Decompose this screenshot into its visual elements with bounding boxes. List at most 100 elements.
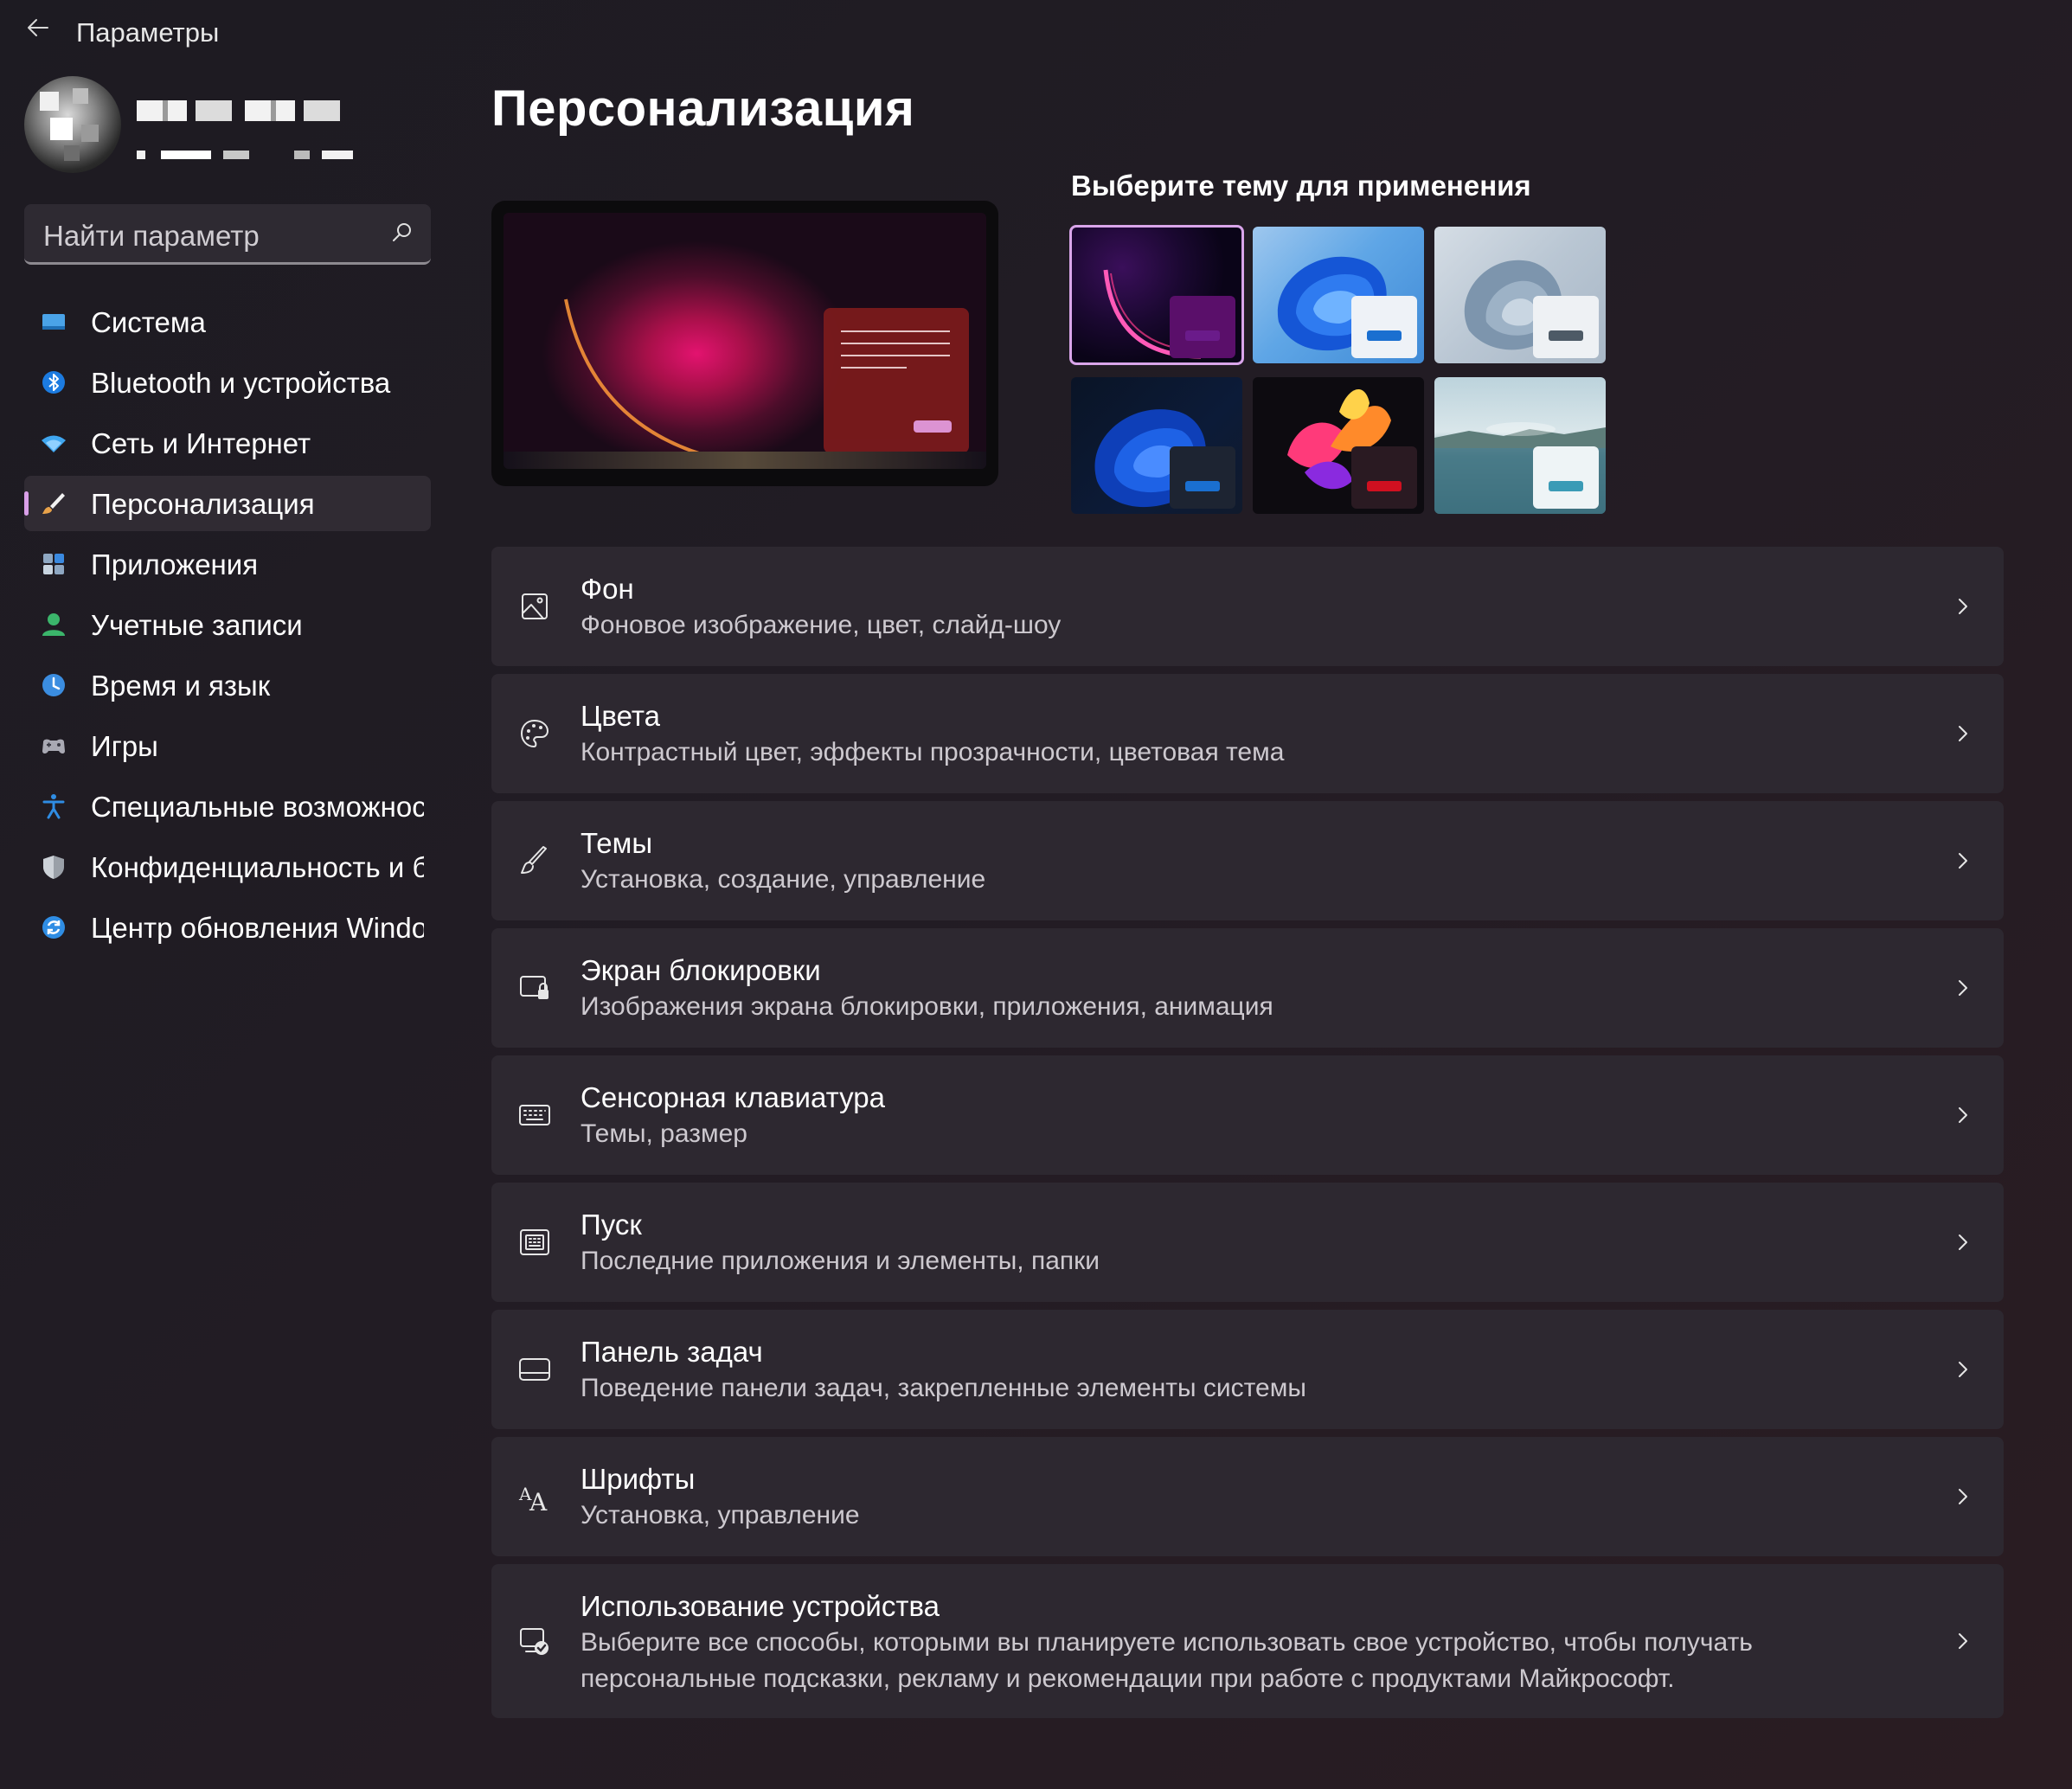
sidebar-item-10[interactable]: Центр обновления Windows [24,900,431,955]
arrow-left-icon [28,19,48,36]
page-title: Персонализация [491,80,915,137]
update-icon [40,914,67,941]
bluetooth-icon [40,369,67,396]
taskbar-icon [517,1352,552,1387]
setting-row-1[interactable]: Цвета Контрастный цвет, эффекты прозрачно… [491,674,2004,793]
svg-text:A: A [529,1488,548,1514]
setting-title: Сенсорная клавиатура [581,1081,885,1113]
setting-text: Темы Установка, создание, управление [581,825,1878,898]
theme-glow-dark[interactable] [1069,225,1244,365]
setting-description: Поведение панели задач, закрепленные эле… [581,1374,1306,1402]
setting-text: Использование устройства Выберите все спо… [581,1588,1878,1697]
sidebar-item-label: Время и язык [91,670,271,702]
back-button[interactable] [21,10,55,45]
themes-heading: Выберите тему для применения [1071,170,1531,202]
setting-text: Шрифты Установка, управление [581,1461,1878,1534]
theme-window [1351,446,1417,509]
user-profile[interactable] [24,76,370,180]
sidebar-item-1[interactable]: Bluetooth и устройства [24,355,431,410]
setting-description: Темы, размер [581,1119,747,1148]
sidebar-item-label: Приложения [91,548,259,580]
setting-title: Цвета [581,700,660,732]
setting-description: Фоновое изображение, цвет, слайд-шоу [581,611,1062,639]
accessibility-icon [40,792,67,820]
sidebar-item-6[interactable]: Время и язык [24,657,431,713]
setting-row-6[interactable]: Панель задач Поведение панели задач, закр… [491,1310,2004,1429]
setting-title: Экран блокировки [581,954,821,986]
theme-flow[interactable] [1253,377,1424,514]
chevron-right-icon [1959,853,1967,869]
chevron-right-icon [1959,1107,1967,1123]
preview-window [824,308,969,453]
setting-text: Цвета Контрастный цвет, эффекты прозрачно… [581,698,1878,771]
chevron-right-icon [1959,1362,1967,1377]
search-icon[interactable] [389,220,415,246]
sidebar-item-label: Игры [91,730,158,762]
account-icon [40,611,67,638]
theme-captured-motion[interactable] [1434,227,1606,363]
palette-icon [517,716,552,751]
app-title: Параметры [76,17,220,48]
setting-row-2[interactable]: Темы Установка, создание, управление [491,801,2004,920]
theme-window [1533,446,1599,509]
settings-list: Фон Фоновое изображение, цвет, слайд-шоу Ц… [491,547,2004,1726]
sidebar-item-label: Конфиденциальность и безопасность [91,851,424,883]
wifi-icon [40,429,67,457]
sidebar-item-8[interactable]: Специальные возможности [24,779,431,834]
preview-wallpaper [504,213,986,469]
setting-title: Пуск [581,1209,642,1241]
brush-icon [40,490,67,517]
brush-icon [517,843,552,878]
setting-text: Фон Фоновое изображение, цвет, слайд-шоу [581,571,1878,644]
sidebar-item-7[interactable]: Игры [24,718,431,773]
sidebar-item-9[interactable]: Конфиденциальность и безопасность [24,839,431,894]
globe-clock-icon [40,671,67,699]
device-usage-icon [517,1624,552,1658]
setting-title: Фон [581,573,634,605]
chevron-right-icon [1959,1489,1967,1504]
setting-row-4[interactable]: Сенсорная клавиатура Темы, размер [491,1055,2004,1175]
theme-bloom-light[interactable] [1253,227,1424,363]
font-icon: AA [517,1479,552,1514]
image-icon [517,589,552,624]
theme-window [1170,446,1235,509]
sidebar-item-label: Специальные возможности [91,791,424,823]
setting-text: Панель задач Поведение панели задач, закр… [581,1334,1878,1407]
themes-grid [1069,225,1607,514]
start-menu-icon [517,1225,552,1260]
setting-title: Темы [581,827,653,859]
gamepad-icon [40,732,67,760]
profile-name-redacted [137,100,353,121]
chevron-right-icon [1959,1633,1967,1649]
setting-title: Использование устройства [581,1590,940,1622]
sidebar-item-4[interactable]: Приложения [24,536,431,592]
sidebar-nav: Система Bluetooth и устройства Сеть и Инте… [24,294,431,960]
active-indicator [24,491,29,516]
sidebar-item-0[interactable]: Система [24,294,431,349]
theme-bloom-dark[interactable] [1071,377,1242,514]
setting-row-0[interactable]: Фон Фоновое изображение, цвет, слайд-шоу [491,547,2004,666]
theme-preview [491,201,998,486]
setting-row-3[interactable]: Экран блокировки Изображения экрана блоки… [491,928,2004,1048]
sidebar-item-label: Сеть и Интернет [91,427,311,459]
lock-screen-icon [517,971,552,1005]
search-input[interactable]: Найти параметр [43,220,260,253]
setting-row-7[interactable]: A A Шрифты Установка, управление [491,1437,2004,1556]
sidebar-item-2[interactable]: Сеть и Интернет [24,415,431,471]
sidebar-item-label: Bluetooth и устройства [91,367,391,399]
setting-description: Последние приложения и элементы, папки [581,1247,1100,1275]
search-box[interactable]: Найти параметр [24,204,431,265]
setting-row-5[interactable]: Пуск Последние приложения и элементы, пап… [491,1183,2004,1302]
setting-row-8[interactable]: Использование устройства Выберите все спо… [491,1564,2004,1718]
sidebar-item-3[interactable]: Персонализация [24,476,431,531]
system-icon [40,308,67,336]
chevron-right-icon [1959,599,1967,614]
setting-text: Пуск Последние приложения и элементы, пап… [581,1207,1878,1279]
theme-sunrise-lake[interactable] [1434,377,1606,514]
sidebar-item-5[interactable]: Учетные записи [24,597,431,652]
keyboard-icon [517,1098,552,1132]
preview-taskbar [504,452,986,469]
preview-accent-button [914,420,952,433]
sidebar-item-label: Центр обновления Windows [91,912,424,944]
setting-title: Шрифты [581,1463,696,1495]
